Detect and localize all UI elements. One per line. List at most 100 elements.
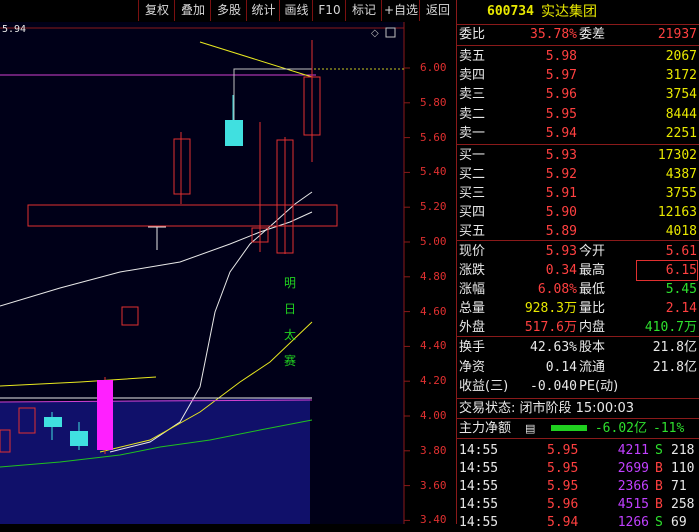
price-tick-label: 3.40 [420, 513, 447, 527]
ask-price: 5.97 [545, 68, 577, 84]
bid-row: 买五 5.89 4018 [457, 222, 699, 241]
tick-count: 71 [671, 479, 687, 494]
stat-value: 6.08% [537, 282, 577, 297]
tick-price: 5.96 [547, 497, 579, 512]
current-price-label: 5.94 [2, 24, 27, 35]
back-button[interactable]: 返回 [419, 0, 456, 21]
diamond-icon[interactable]: ◇ [371, 28, 379, 39]
tick-price: 5.94 [547, 515, 579, 530]
price-tick-label: 5.20 [420, 200, 447, 214]
stat-row: 总量 928.3万 量比 2.14 [457, 299, 699, 318]
stat-value: 5.45 [665, 282, 697, 297]
price-tick-label: 6.00 [420, 61, 447, 74]
candle-down [70, 431, 88, 446]
tick-count: 110 [671, 461, 695, 476]
price-tick-label: 5.00 [420, 235, 447, 248]
stat-label: 涨幅 [459, 282, 486, 297]
tick-price: 5.95 [547, 479, 579, 494]
bid-row: 买四 5.90 12163 [457, 203, 699, 222]
candlestick-chart[interactable]: ◇ 5.94 明 日 太 赛 6.00 5.80 5.60 5.40 5.20 … [0, 22, 456, 527]
multi-stock-button[interactable]: 多股 [210, 0, 247, 21]
fund-value: 21.8亿 [652, 359, 697, 375]
stock-header: 600734 实达集团 [457, 2, 699, 22]
bid-price: 5.92 [545, 167, 577, 182]
stat-value: 0.34 [545, 263, 577, 278]
list-icon[interactable]: ▤ [525, 419, 535, 438]
fuquan-button[interactable]: 复权 [138, 0, 175, 21]
price-tick-label: 4.00 [420, 409, 447, 422]
ask-label: 卖四 [459, 68, 486, 84]
fund-label: 净资 [459, 359, 486, 375]
bid-price: 5.93 [545, 148, 577, 163]
stat-label: 量比 [579, 301, 606, 316]
flow-bar [551, 425, 587, 431]
price-tick-label: 5.40 [420, 165, 447, 179]
ask-row: 卖五 5.98 2067 [457, 47, 699, 66]
mark-button[interactable]: 标记 [345, 0, 382, 21]
tick-row: 14:55 5.94 1266 S 69 [457, 513, 699, 532]
price-tick-label: 3.60 [420, 478, 447, 492]
ask-price: 5.95 [545, 106, 577, 122]
fund-value: 21.8亿 [652, 340, 697, 355]
tick-time: 14:55 [459, 461, 499, 476]
overlay-button[interactable]: 叠加 [174, 0, 211, 21]
stat-label: 现价 [459, 244, 486, 259]
ask-volume: 2251 [665, 125, 697, 141]
ask-volume: 3754 [665, 87, 697, 103]
tick-count: 218 [671, 443, 695, 458]
stat-label: 最低 [579, 282, 606, 297]
statistics-button[interactable]: 统计 [246, 0, 280, 21]
volume-area [0, 398, 310, 524]
stat-value: 5.93 [545, 244, 577, 259]
price-axis [404, 67, 410, 521]
ask-price: 5.96 [545, 87, 577, 103]
ask-row: 卖三 5.96 3754 [457, 85, 699, 104]
tick-row: 14:55 5.95 2366 B 71 [457, 477, 699, 496]
fund-label: 流通 [579, 359, 606, 375]
ask-volume: 3172 [665, 68, 697, 84]
price-tick-label: 4.20 [420, 374, 447, 388]
bid-price: 5.90 [545, 205, 577, 220]
tick-volume: 2366 [617, 479, 649, 494]
tick-time: 14:55 [459, 443, 499, 458]
f10-button[interactable]: F10 [312, 0, 346, 21]
tick-volume: 4211 [617, 443, 649, 458]
stat-label: 外盘 [459, 320, 486, 335]
stat-row: 涨跌 0.34 最高 6.15 [457, 260, 699, 281]
tick-row: 14:55 5.95 2699 B 110 [457, 459, 699, 478]
tick-volume: 2699 [617, 461, 649, 476]
bid-label: 买三 [459, 186, 486, 201]
tick-side: B [655, 479, 663, 494]
fund-row: 换手 42.63% 股本 21.8亿 [457, 338, 699, 357]
tick-count: 69 [671, 515, 687, 530]
stat-label: 今开 [579, 244, 606, 259]
tick-side: B [655, 461, 663, 476]
candle-down [44, 417, 62, 427]
fund-label: PE(动) [579, 379, 619, 394]
bid-volume: 17302 [657, 148, 697, 163]
annotation-char: 太 [284, 328, 297, 342]
fund-row: 收益(三) -0.040 PE(动) [457, 377, 699, 396]
stat-label: 内盘 [579, 320, 606, 335]
main-flow-row: 主力净额 ▤ -6.02亿 -11% [459, 419, 685, 438]
bid-row: 买三 5.91 3755 [457, 184, 699, 203]
stat-value: 928.3万 [524, 301, 577, 316]
tick-row: 14:55 5.96 4515 B 258 [457, 495, 699, 514]
fund-value: -0.040 [530, 379, 577, 394]
stat-value: 5.61 [665, 244, 697, 259]
chart-toolbar: 复权 叠加 多股 统计 画线 F10 标记 +自选 返回 [0, 0, 456, 22]
stat-value: 2.14 [665, 301, 697, 316]
ask-label: 卖二 [459, 106, 486, 122]
fund-value: 0.14 [545, 359, 577, 375]
bid-label: 买二 [459, 167, 486, 182]
stock-code: 600734 [487, 4, 534, 19]
tick-price: 5.95 [547, 443, 579, 458]
bid-label: 买四 [459, 205, 486, 220]
fund-label: 换手 [459, 340, 486, 355]
tick-volume: 4515 [617, 497, 649, 512]
fund-row: 净资 0.14 流通 21.8亿 [457, 358, 699, 377]
stat-row: 现价 5.93 今开 5.61 [457, 242, 699, 261]
add-favorite-button[interactable]: +自选 [381, 0, 420, 21]
trade-status: 交易状态: 闭市阶段 15:00:03 [459, 401, 635, 416]
draw-line-button[interactable]: 画线 [279, 0, 313, 21]
